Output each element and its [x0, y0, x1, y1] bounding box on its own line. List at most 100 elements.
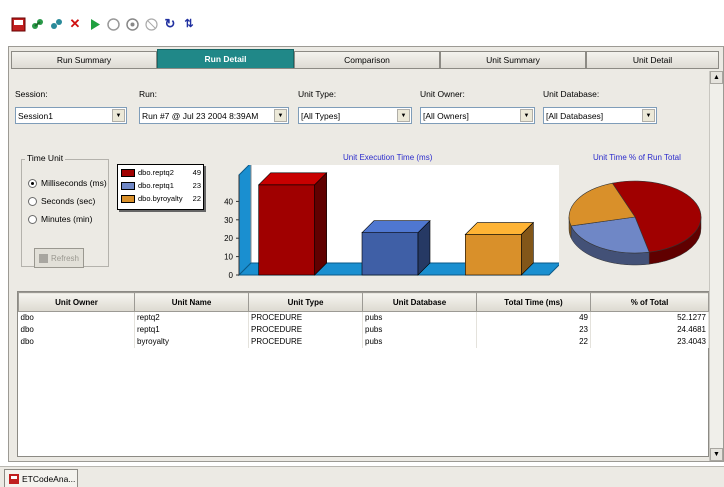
radio-button[interactable] [28, 214, 37, 224]
legend-label: dbo.byroyalty [138, 194, 183, 203]
chart-side-wall [238, 165, 252, 277]
unit-owner-select[interactable]: [All Owners] ▼ [420, 107, 535, 124]
run-value: Run #7 @ Jul 23 2004 8:39AM [142, 110, 259, 121]
cell-type: PROCEDURE [248, 311, 363, 324]
column-header[interactable]: Total Time (ms) [476, 292, 591, 312]
chevron-down-icon[interactable]: ▼ [520, 109, 533, 122]
tab-label: Unit Detail [632, 55, 673, 65]
sort-icon[interactable]: ⇅ [181, 16, 197, 32]
scroll-down-icon[interactable]: ▼ [710, 448, 723, 461]
stop-icon[interactable] [105, 16, 121, 32]
scroll-up-icon[interactable]: ▲ [710, 71, 723, 84]
tab-strip: Run Summary Run Detail Comparison Unit S… [11, 49, 719, 69]
grid-header-row: Unit Owner Unit Name Unit Type Unit Data… [18, 292, 709, 312]
cell-name: byroyalty [134, 335, 249, 348]
y-tick-label: 10 [224, 253, 233, 262]
radio-label: Seconds (sec) [41, 196, 96, 206]
radio-milliseconds[interactable]: Milliseconds (ms) [28, 178, 107, 188]
unit-database-label: Unit Database: [543, 89, 600, 99]
refresh-icon [38, 253, 48, 263]
y-tick-label: 20 [224, 234, 233, 243]
cell-name: reptq1 [134, 323, 249, 336]
column-header[interactable]: % of Total [590, 292, 709, 312]
options-icon[interactable] [124, 16, 140, 32]
disconnect-icon[interactable] [48, 16, 64, 32]
refresh-label: Refresh [50, 253, 79, 263]
legend-value: 23 [192, 181, 201, 190]
time-unit-group: Milliseconds (ms) Seconds (sec) Minutes … [21, 159, 109, 268]
session-value: Session1 [18, 110, 53, 121]
tab-unit-summary[interactable]: Unit Summary [440, 51, 586, 68]
pie-chart [568, 180, 702, 266]
unit-type-value: [All Types] [301, 110, 341, 121]
unit-type-select[interactable]: [All Types] ▼ [298, 107, 412, 124]
table-row[interactable]: dbo byroyalty PROCEDURE pubs 22 23.4043 [18, 335, 709, 348]
pie-chart-title: Unit Time % of Run Total [593, 153, 681, 162]
taskbar-window-button[interactable]: ETCodeAna... [4, 469, 78, 487]
legend-swatch [121, 168, 135, 177]
bar-chart-title: Unit Execution Time (ms) [343, 153, 433, 162]
chart-legend: dbo.reptq2 49 dbo.reptq1 23 dbo.byroyalt… [117, 164, 204, 210]
y-tick-label: 0 [229, 271, 234, 280]
delete-icon[interactable]: ✕ [67, 16, 83, 32]
tab-comparison[interactable]: Comparison [294, 51, 440, 68]
run-label: Run: [139, 89, 157, 99]
tab-run-summary[interactable]: Run Summary [11, 51, 157, 68]
cell-database: pubs [362, 335, 477, 348]
tab-divider [11, 68, 719, 69]
unit-database-select[interactable]: [All Databases] ▼ [543, 107, 657, 124]
cell-total-time: 49 [476, 311, 591, 324]
chevron-down-icon[interactable]: ▼ [274, 109, 287, 122]
chevron-down-icon[interactable]: ▼ [642, 109, 655, 122]
taskbar-label: ETCodeAna... [22, 473, 76, 484]
run-icon[interactable] [86, 16, 102, 32]
radio-seconds[interactable]: Seconds (sec) [28, 196, 95, 206]
clear-icon[interactable] [143, 16, 159, 32]
time-unit-title: Time Unit [25, 153, 66, 163]
taskbar: ETCodeAna... [0, 466, 724, 487]
vertical-scrollbar[interactable]: ▲ ▼ [709, 71, 723, 461]
column-header[interactable]: Unit Name [134, 292, 249, 312]
column-header[interactable]: Unit Owner [18, 292, 135, 312]
cell-owner: dbo [18, 311, 135, 324]
radio-label: Minutes (min) [41, 214, 93, 224]
unit-type-label: Unit Type: [298, 89, 337, 99]
radio-button[interactable] [28, 178, 37, 188]
radio-minutes[interactable]: Minutes (min) [28, 214, 92, 224]
run-select[interactable]: Run #7 @ Jul 23 2004 8:39AM ▼ [139, 107, 289, 124]
app-icon [9, 473, 19, 484]
refresh-button[interactable]: Refresh [34, 248, 84, 268]
radio-label: Milliseconds (ms) [41, 178, 107, 188]
chevron-down-icon[interactable]: ▼ [397, 109, 410, 122]
tab-label: Run Detail [204, 54, 247, 64]
legend-swatch [121, 181, 135, 190]
cell-type: PROCEDURE [248, 335, 363, 348]
refresh-icon[interactable]: ↻ [162, 16, 178, 32]
tab-unit-detail[interactable]: Unit Detail [586, 51, 719, 68]
table-row[interactable]: dbo reptq2 PROCEDURE pubs 49 52.1277 [18, 311, 709, 324]
bar-dbo.byroyalty [464, 221, 535, 276]
session-select[interactable]: Session1 ▼ [15, 107, 127, 124]
y-tick-label: 40 [224, 197, 233, 206]
tab-run-detail[interactable]: Run Detail [157, 49, 294, 68]
bar-dbo.reptq2 [257, 172, 328, 276]
legend-item: dbo.reptq1 23 [121, 181, 201, 190]
cell-percent: 24.4681 [590, 323, 709, 336]
unit-database-value: [All Databases] [546, 110, 604, 121]
cell-name: reptq2 [134, 311, 249, 324]
cell-total-time: 23 [476, 323, 591, 336]
y-tick-label: 30 [224, 216, 233, 225]
legend-value: 22 [192, 194, 201, 203]
connect-icon[interactable] [29, 16, 45, 32]
table-row[interactable]: dbo reptq1 PROCEDURE pubs 23 24.4681 [18, 323, 709, 336]
legend-item: dbo.reptq2 49 [121, 168, 201, 177]
unit-owner-value: [All Owners] [423, 110, 469, 121]
unit-owner-label: Unit Owner: [420, 89, 465, 99]
column-header[interactable]: Unit Type [248, 292, 363, 312]
chevron-down-icon[interactable]: ▼ [112, 109, 125, 122]
cell-percent: 23.4043 [590, 335, 709, 348]
app-icon[interactable] [10, 16, 26, 32]
radio-button[interactable] [28, 196, 37, 206]
column-header[interactable]: Unit Database [362, 292, 477, 312]
legend-label: dbo.reptq1 [138, 181, 174, 190]
